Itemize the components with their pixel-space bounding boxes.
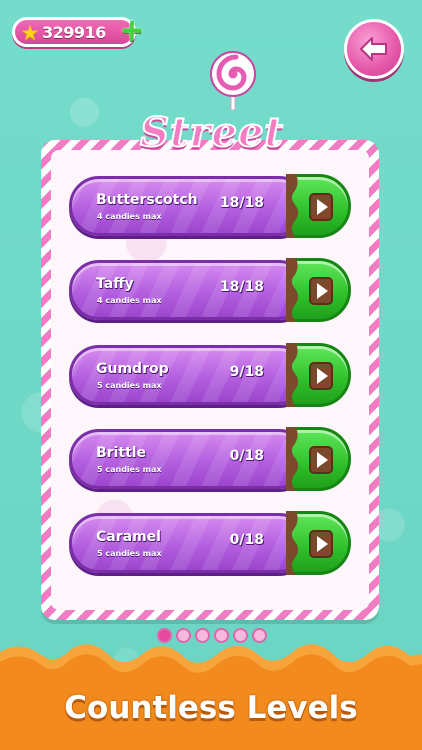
level-pill[interactable]: Brittle 5 candies max 0/18 xyxy=(69,429,309,489)
level-row-butterscotch[interactable]: Butterscotch 4 candies max 18/18 xyxy=(69,172,351,240)
play-button[interactable] xyxy=(286,343,351,407)
level-subtitle: 5 candies max xyxy=(97,549,162,558)
chocolate-drip xyxy=(286,427,299,491)
level-subtitle: 4 candies max xyxy=(97,212,162,221)
page-dot-4[interactable] xyxy=(214,628,229,643)
plus-icon[interactable]: + xyxy=(118,16,146,46)
level-row-gumdrop[interactable]: Gumdrop 5 candies max 9/18 xyxy=(69,341,351,409)
level-subtitle: 5 candies max xyxy=(97,381,162,390)
level-name: Gumdrop xyxy=(96,361,169,377)
chocolate-drip xyxy=(286,343,299,407)
tagline: Countless Levels xyxy=(64,690,358,726)
play-button[interactable] xyxy=(286,427,351,491)
page-dot-2[interactable] xyxy=(176,628,191,643)
level-row-brittle[interactable]: Brittle 5 candies max 0/18 xyxy=(69,425,351,493)
level-progress: 9/18 xyxy=(229,364,264,380)
lollipop-icon xyxy=(210,51,256,110)
level-progress: 18/18 xyxy=(219,279,264,295)
play-icon xyxy=(309,530,333,558)
level-pill[interactable]: Butterscotch 4 candies max 18/18 xyxy=(69,176,309,236)
play-icon xyxy=(309,446,333,474)
page-dot-5[interactable] xyxy=(233,628,248,643)
page-dot-1[interactable] xyxy=(157,628,172,643)
level-name: Taffy xyxy=(96,276,134,292)
page-dot-6[interactable] xyxy=(252,628,267,643)
page-dot-3[interactable] xyxy=(195,628,210,643)
page-title: Street xyxy=(139,108,284,157)
level-row-caramel[interactable]: Caramel 5 candies max 0/18 xyxy=(69,509,351,577)
back-button[interactable] xyxy=(344,19,404,79)
play-button[interactable] xyxy=(286,174,351,238)
back-arrow-icon xyxy=(360,37,387,61)
level-subtitle: 5 candies max xyxy=(97,465,162,474)
level-row-taffy[interactable]: Taffy 4 candies max 18/18 xyxy=(69,256,351,324)
level-name: Brittle xyxy=(96,445,147,461)
level-progress: 18/18 xyxy=(219,195,264,211)
level-pill[interactable]: Caramel 5 candies max 0/18 xyxy=(69,513,309,573)
play-icon xyxy=(309,193,333,221)
pagination xyxy=(157,628,267,643)
play-icon xyxy=(309,362,333,390)
level-name: Butterscotch xyxy=(96,192,198,208)
level-progress: 0/18 xyxy=(229,532,264,548)
level-pill[interactable]: Taffy 4 candies max 18/18 xyxy=(69,260,309,320)
chocolate-drip xyxy=(286,174,299,238)
level-pill[interactable]: Gumdrop 5 candies max 9/18 xyxy=(69,345,309,405)
star-icon: ★ xyxy=(20,21,40,45)
level-progress: 0/18 xyxy=(229,448,264,464)
coin-value: 329916 xyxy=(42,23,106,42)
chocolate-drip xyxy=(286,511,299,575)
level-name: Caramel xyxy=(96,529,161,545)
chocolate-drip xyxy=(286,258,299,322)
play-button[interactable] xyxy=(286,258,351,322)
play-icon xyxy=(309,277,333,305)
level-subtitle: 4 candies max xyxy=(97,296,162,305)
play-button[interactable] xyxy=(286,511,351,575)
